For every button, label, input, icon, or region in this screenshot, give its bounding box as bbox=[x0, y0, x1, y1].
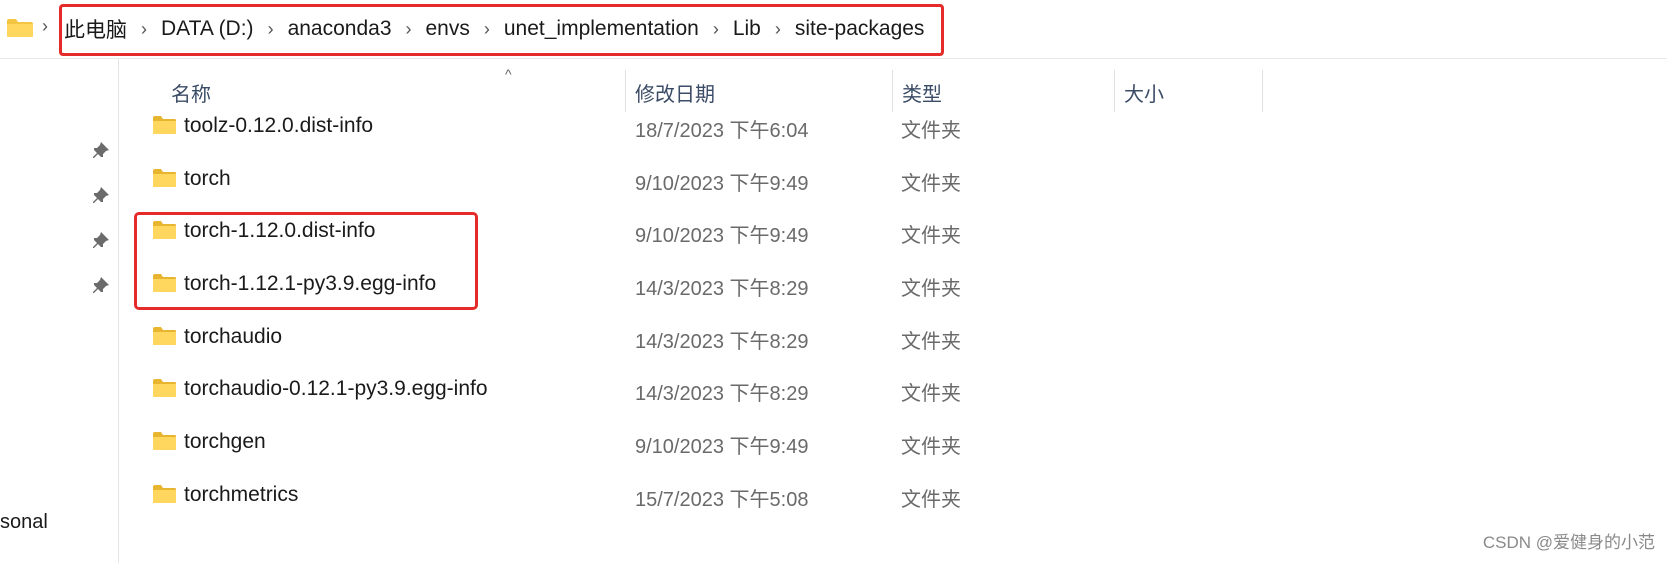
folder-icon bbox=[153, 274, 176, 292]
breadcrumb-item-data-drive[interactable]: DATA (D:) bbox=[161, 17, 254, 41]
file-type: 文件夹 bbox=[901, 383, 961, 405]
chevron-right-icon[interactable]: › bbox=[484, 19, 490, 40]
sort-ascending-icon[interactable]: ^ bbox=[505, 66, 512, 82]
breadcrumb-item-unet-implementation[interactable]: unet_implementation bbox=[504, 17, 699, 41]
file-name: torchmetrics bbox=[184, 483, 299, 506]
file-name: torchaudio bbox=[184, 325, 283, 348]
file-type: 文件夹 bbox=[901, 173, 961, 195]
chevron-right-icon[interactable]: › bbox=[268, 19, 274, 40]
folder-icon bbox=[153, 221, 176, 239]
file-date: 15/7/2023 下午5:08 bbox=[635, 489, 809, 511]
file-date: 9/10/2023 下午9:49 bbox=[635, 436, 809, 458]
address-bar[interactable]: › 此电脑 › DATA (D:) › anaconda3 › envs › u… bbox=[0, 0, 1667, 59]
file-row[interactable]: torch-1.12.0.dist-info 9/10/2023 下午9:49 … bbox=[140, 207, 1240, 259]
breadcrumb-item-lib[interactable]: Lib bbox=[733, 17, 761, 41]
folder-icon bbox=[153, 379, 176, 397]
file-row[interactable]: torchmetrics 15/7/2023 下午5:08 文件夹 bbox=[140, 471, 1240, 523]
file-row[interactable]: torchaudio-0.12.1-py3.9.egg-info 14/3/20… bbox=[140, 365, 1240, 417]
pin-icon[interactable] bbox=[92, 142, 110, 160]
folder-icon bbox=[153, 485, 176, 503]
breadcrumb: 此电脑 › DATA (D:) › anaconda3 › envs › une… bbox=[0, 0, 924, 58]
watermark: CSDN @爱健身的小范 bbox=[1482, 533, 1655, 552]
file-type: 文件夹 bbox=[901, 225, 961, 247]
file-row[interactable]: torch 9/10/2023 下午9:49 文件夹 bbox=[140, 155, 1240, 207]
navigation-pane[interactable] bbox=[0, 59, 119, 563]
file-date: 14/3/2023 下午8:29 bbox=[635, 278, 809, 300]
nav-item-label[interactable]: sonal bbox=[0, 511, 48, 534]
file-name: torchaudio-0.12.1-py3.9.egg-info bbox=[184, 377, 488, 400]
file-name: torch-1.12.0.dist-info bbox=[184, 219, 376, 242]
file-row[interactable]: torchgen 9/10/2023 下午9:49 文件夹 bbox=[140, 418, 1240, 470]
file-type: 文件夹 bbox=[901, 331, 961, 353]
file-type: 文件夹 bbox=[901, 278, 961, 300]
folder-icon bbox=[153, 432, 176, 450]
folder-icon bbox=[153, 169, 176, 187]
file-date: 14/3/2023 下午8:29 bbox=[635, 331, 809, 353]
file-type: 文件夹 bbox=[901, 436, 961, 458]
pin-icon[interactable] bbox=[92, 277, 110, 295]
breadcrumb-item-envs[interactable]: envs bbox=[426, 17, 470, 41]
pin-icon[interactable] bbox=[92, 187, 110, 205]
folder-icon bbox=[153, 116, 176, 134]
file-name: torch-1.12.1-py3.9.egg-info bbox=[184, 272, 437, 295]
file-date: 18/7/2023 下午6:04 bbox=[635, 120, 809, 142]
file-row[interactable]: toolz-0.12.0.dist-info 18/7/2023 下午6:04 … bbox=[140, 102, 1240, 154]
chevron-right-icon[interactable]: › bbox=[775, 19, 781, 40]
chevron-right-icon[interactable]: › bbox=[141, 19, 147, 40]
file-name: torch bbox=[184, 167, 231, 190]
breadcrumb-item-this-pc[interactable]: 此电脑 bbox=[64, 14, 127, 44]
pin-icon[interactable] bbox=[92, 232, 110, 250]
breadcrumb-item-site-packages[interactable]: site-packages bbox=[795, 17, 925, 41]
folder-icon bbox=[153, 327, 176, 345]
column-divider[interactable] bbox=[1262, 70, 1263, 112]
file-date: 9/10/2023 下午9:49 bbox=[635, 225, 809, 247]
file-name: toolz-0.12.0.dist-info bbox=[184, 114, 374, 137]
chevron-right-icon[interactable]: › bbox=[406, 19, 412, 40]
breadcrumb-item-anaconda3[interactable]: anaconda3 bbox=[288, 17, 392, 41]
file-date: 9/10/2023 下午9:49 bbox=[635, 173, 809, 195]
file-date: 14/3/2023 下午8:29 bbox=[635, 383, 809, 405]
file-name: torchgen bbox=[184, 430, 266, 453]
file-type: 文件夹 bbox=[901, 120, 961, 142]
file-type: 文件夹 bbox=[901, 489, 961, 511]
chevron-right-icon[interactable]: › bbox=[713, 19, 719, 40]
file-row[interactable]: torch-1.12.1-py3.9.egg-info 14/3/2023 下午… bbox=[140, 260, 1240, 312]
file-row[interactable]: torchaudio 14/3/2023 下午8:29 文件夹 bbox=[140, 313, 1240, 365]
